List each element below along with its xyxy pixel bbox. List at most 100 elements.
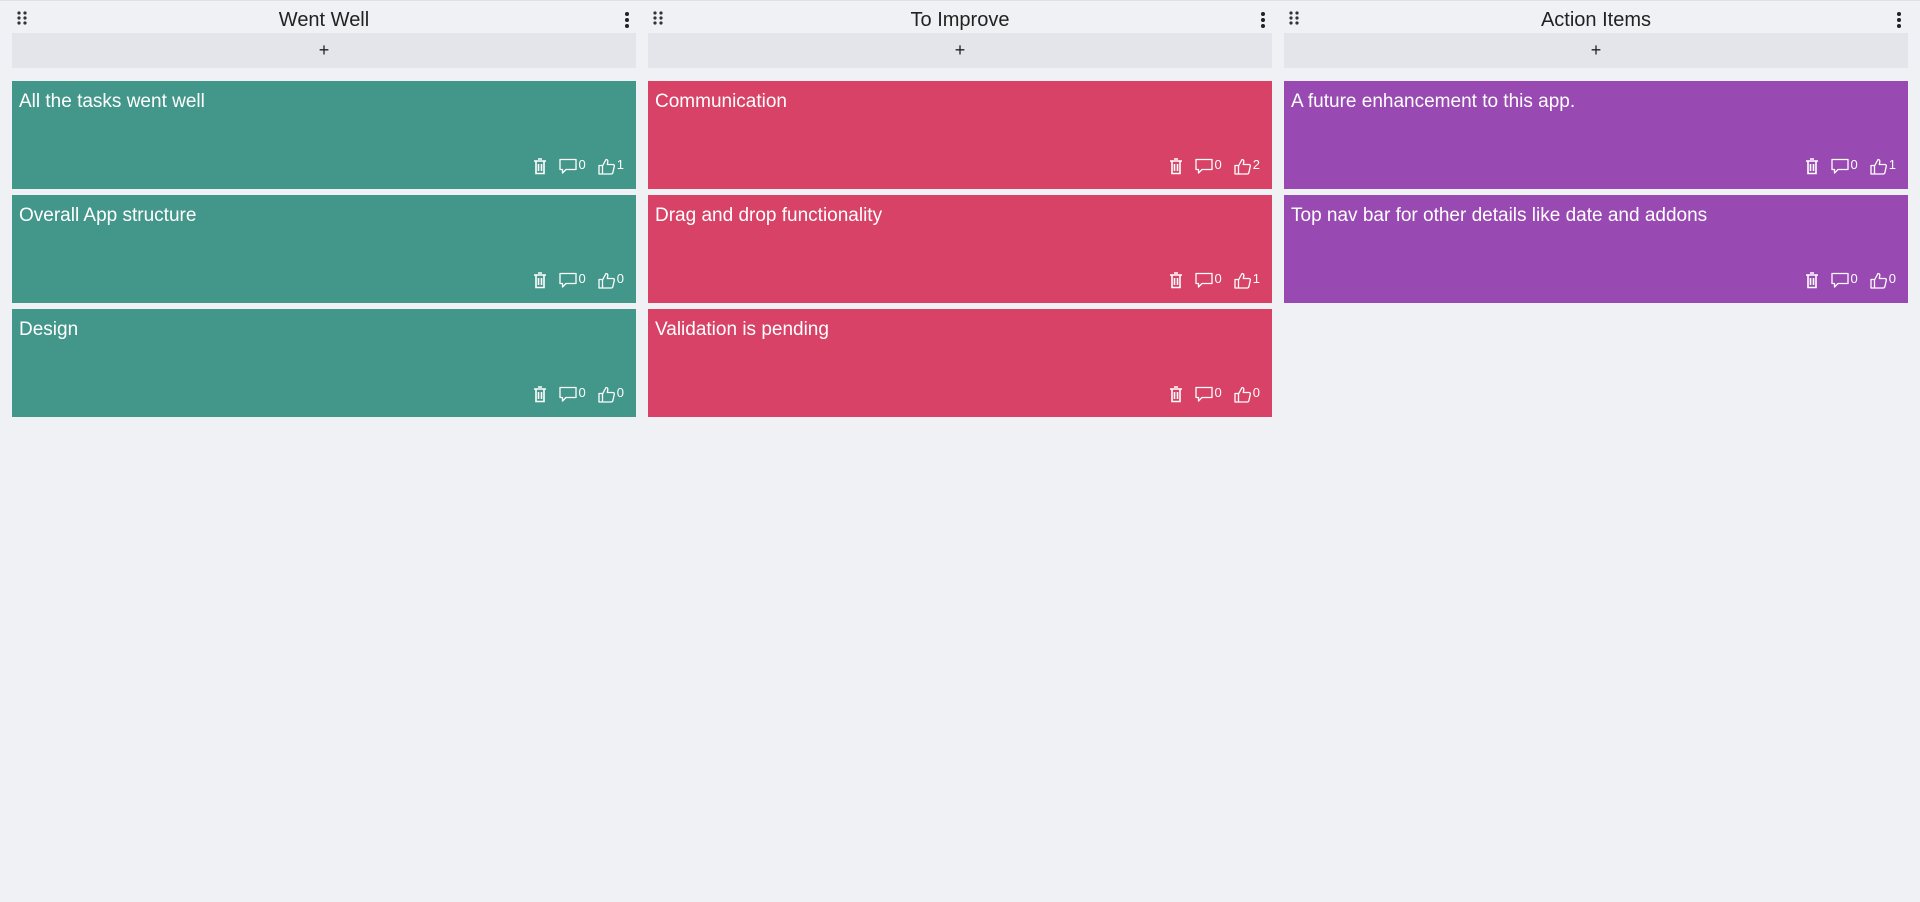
delete-button[interactable] <box>533 272 547 289</box>
comment-icon <box>1194 386 1213 402</box>
trash-icon <box>1169 158 1182 175</box>
delete-button[interactable] <box>1169 158 1183 175</box>
comment-count: 0 <box>1850 157 1858 172</box>
add-card-button[interactable]: + <box>12 33 636 68</box>
like-count: 0 <box>616 271 624 286</box>
thumbs-up-icon <box>598 158 615 175</box>
retro-card[interactable]: Communication 0 2 <box>648 81 1272 189</box>
delete-button[interactable] <box>1169 272 1183 289</box>
like-button[interactable]: 0 <box>1234 386 1260 403</box>
delete-button[interactable] <box>1169 386 1183 403</box>
like-button[interactable]: 0 <box>598 272 624 289</box>
trash-icon <box>533 272 546 289</box>
kebab-menu-icon[interactable] <box>622 11 632 29</box>
delete-button[interactable] <box>1805 158 1819 175</box>
thumbs-up-icon <box>1234 386 1251 403</box>
comment-count: 0 <box>1850 271 1858 286</box>
comment-button[interactable]: 0 <box>1830 157 1858 175</box>
card-text: Communication <box>655 91 787 112</box>
card-actions: 0 1 <box>1805 158 1896 175</box>
comment-icon <box>558 158 577 174</box>
retro-board: Went Well + All the tasks went well 0 1 … <box>12 3 1908 417</box>
retro-card[interactable]: Overall App structure 0 0 <box>12 195 636 303</box>
like-count: 1 <box>1252 271 1260 286</box>
card-list: Communication 0 2 Drag and drop function… <box>648 81 1272 417</box>
comment-count: 0 <box>578 157 586 172</box>
like-button[interactable]: 1 <box>1234 272 1260 289</box>
card-actions: 0 2 <box>1169 158 1260 175</box>
card-text: Design <box>19 319 79 340</box>
thumbs-up-icon <box>1234 272 1251 289</box>
comment-icon <box>1194 272 1213 288</box>
thumbs-up-icon <box>1870 272 1887 289</box>
kebab-menu-icon[interactable] <box>1258 11 1268 29</box>
column-went-well: Went Well + All the tasks went well 0 1 … <box>12 3 636 417</box>
comment-icon <box>558 386 577 402</box>
comment-button[interactable]: 0 <box>1194 272 1222 289</box>
retro-card[interactable]: Top nav bar for other details like date … <box>1284 195 1908 303</box>
add-card-button[interactable]: + <box>648 33 1272 68</box>
add-card-button[interactable]: + <box>1284 33 1908 68</box>
card-actions: 0 1 <box>533 158 624 175</box>
kebab-menu-icon[interactable] <box>1894 11 1904 29</box>
trash-icon <box>1169 386 1182 403</box>
comment-count: 0 <box>1214 157 1222 172</box>
card-actions: 0 0 <box>1169 386 1260 403</box>
card-list: A future enhancement to this app. 0 1 To… <box>1284 81 1908 303</box>
column-title: Went Well <box>278 8 370 31</box>
card-actions: 0 1 <box>1169 272 1260 289</box>
comment-icon <box>558 272 577 288</box>
comment-button[interactable]: 0 <box>558 157 586 175</box>
thumbs-up-icon <box>1234 158 1251 175</box>
drag-handle-icon[interactable] <box>1288 11 1300 25</box>
column-to-improve: To Improve + Communication 0 2 Drag and … <box>648 3 1272 417</box>
comment-button[interactable]: 0 <box>1194 386 1222 403</box>
like-count: 2 <box>1252 157 1260 172</box>
column-header: Went Well <box>12 3 636 33</box>
column-header: To Improve <box>648 3 1272 33</box>
thumbs-up-icon <box>598 386 615 403</box>
like-count: 1 <box>1888 157 1896 172</box>
card-actions: 0 0 <box>1805 272 1896 289</box>
card-actions: 0 0 <box>533 386 624 403</box>
like-count: 0 <box>616 385 624 400</box>
trash-icon <box>1169 272 1182 289</box>
drag-handle-icon[interactable] <box>16 11 28 25</box>
retro-card[interactable]: Validation is pending 0 0 <box>648 309 1272 417</box>
delete-button[interactable] <box>533 386 547 403</box>
comment-button[interactable]: 0 <box>1194 157 1222 175</box>
comment-icon <box>1830 158 1849 174</box>
retro-card[interactable]: A future enhancement to this app. 0 1 <box>1284 81 1908 189</box>
comment-button[interactable]: 0 <box>558 271 586 289</box>
like-button[interactable]: 2 <box>1234 158 1260 175</box>
comment-count: 0 <box>578 271 586 286</box>
card-text: A future enhancement to this app. <box>1291 91 1576 112</box>
thumbs-up-icon <box>1870 158 1887 175</box>
like-button[interactable]: 1 <box>598 158 624 175</box>
trash-icon <box>533 158 546 175</box>
card-text: Top nav bar for other details like date … <box>1291 205 1708 226</box>
retro-card[interactable]: Drag and drop functionality 0 1 <box>648 195 1272 303</box>
like-count: 1 <box>616 157 624 172</box>
like-button[interactable]: 0 <box>1870 272 1896 289</box>
like-button[interactable]: 0 <box>598 386 624 403</box>
comment-count: 0 <box>578 385 586 400</box>
card-text: Validation is pending <box>655 319 829 340</box>
drag-handle-icon[interactable] <box>652 11 664 25</box>
column-title: To Improve <box>910 8 1010 31</box>
column-title: Action Items <box>1540 8 1652 31</box>
like-button[interactable]: 1 <box>1870 158 1896 175</box>
column-header: Action Items <box>1284 3 1908 33</box>
comment-button[interactable]: 0 <box>1830 271 1858 289</box>
delete-button[interactable] <box>533 158 547 175</box>
comment-icon <box>1194 158 1213 174</box>
thumbs-up-icon <box>598 272 615 289</box>
delete-button[interactable] <box>1805 272 1819 289</box>
like-count: 0 <box>1252 385 1260 400</box>
retro-card[interactable]: All the tasks went well 0 1 <box>12 81 636 189</box>
trash-icon <box>533 386 546 403</box>
comment-button[interactable]: 0 <box>558 385 586 403</box>
column-action-items: Action Items + A future enhancement to t… <box>1284 3 1908 417</box>
retro-card[interactable]: Design 0 0 <box>12 309 636 417</box>
comment-icon <box>1830 272 1849 288</box>
